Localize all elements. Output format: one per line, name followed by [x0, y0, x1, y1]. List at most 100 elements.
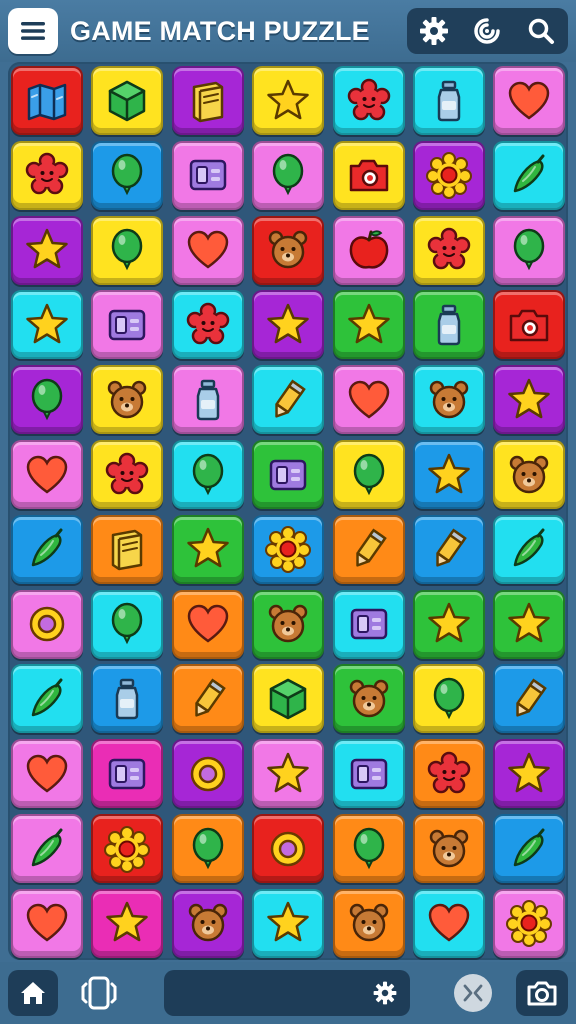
- tile-bear[interactable]: [252, 589, 325, 659]
- tile-sunflower[interactable]: [252, 514, 325, 584]
- settings-bar-button[interactable]: [164, 970, 410, 1016]
- tile-bear[interactable]: [332, 888, 405, 958]
- tile-pepper[interactable]: [493, 814, 566, 883]
- tile-book[interactable]: [91, 514, 164, 584]
- tile-star[interactable]: [413, 589, 485, 659]
- tile-bottle[interactable]: [91, 664, 164, 734]
- tile-balloon[interactable]: [493, 215, 566, 285]
- tile-bear[interactable]: [332, 664, 405, 734]
- tile-star[interactable]: [171, 514, 244, 584]
- tile-ring[interactable]: [171, 739, 244, 809]
- tile-device[interactable]: [171, 140, 244, 210]
- bottle-icon: [437, 304, 461, 346]
- tile-device[interactable]: [91, 290, 164, 360]
- tile-device[interactable]: [91, 739, 164, 809]
- bear-icon: [108, 380, 147, 418]
- tile-star[interactable]: [252, 739, 325, 809]
- tile-bear[interactable]: [413, 365, 485, 435]
- tile-device[interactable]: [332, 589, 405, 659]
- bear-icon: [268, 230, 308, 269]
- tile-ring[interactable]: [252, 814, 325, 883]
- tile-balloon[interactable]: [171, 440, 244, 509]
- tile-bear[interactable]: [91, 365, 164, 435]
- tile-balloon[interactable]: [11, 365, 83, 435]
- tile-star[interactable]: [11, 290, 83, 360]
- tile-star[interactable]: [252, 290, 325, 360]
- bear-icon: [349, 904, 388, 942]
- tile-star[interactable]: [252, 888, 325, 958]
- tile-heart[interactable]: [171, 215, 244, 285]
- tile-star[interactable]: [252, 66, 325, 135]
- tile-balloon[interactable]: [91, 215, 164, 285]
- tile-heart[interactable]: [413, 888, 485, 958]
- tile-bottle[interactable]: [413, 66, 485, 135]
- tile-sunflower[interactable]: [91, 814, 164, 883]
- tile-pepper[interactable]: [11, 814, 83, 883]
- tile-bear[interactable]: [171, 888, 244, 958]
- tile-cube[interactable]: [252, 664, 325, 734]
- map-icon: [27, 83, 67, 120]
- tile-camera[interactable]: [493, 290, 566, 360]
- tile-flower-face[interactable]: [11, 140, 83, 210]
- tile-pencil[interactable]: [493, 664, 566, 734]
- menu-button[interactable]: [8, 8, 58, 54]
- tile-apple[interactable]: [332, 215, 405, 285]
- tile-star[interactable]: [493, 739, 566, 809]
- tile-cube[interactable]: [91, 66, 164, 135]
- home-button[interactable]: [8, 970, 58, 1016]
- star-icon: [267, 902, 309, 942]
- tile-flower-face[interactable]: [413, 215, 485, 285]
- tile-bear[interactable]: [413, 814, 485, 883]
- tile-star[interactable]: [332, 290, 405, 360]
- tile-star[interactable]: [413, 440, 485, 509]
- tile-pencil[interactable]: [252, 365, 325, 435]
- bottle-icon: [116, 678, 139, 720]
- tile-pepper[interactable]: [493, 514, 566, 584]
- tile-bottle[interactable]: [171, 365, 244, 435]
- tile-heart[interactable]: [171, 589, 244, 659]
- tile-pepper[interactable]: [11, 664, 83, 734]
- search-button[interactable]: [521, 11, 561, 51]
- tile-bear[interactable]: [493, 440, 566, 509]
- tile-ring[interactable]: [11, 589, 83, 659]
- tile-heart[interactable]: [11, 739, 83, 809]
- tile-device[interactable]: [252, 440, 325, 509]
- tile-map[interactable]: [11, 66, 83, 135]
- tile-sunflower[interactable]: [493, 888, 566, 958]
- tile-flower-face[interactable]: [413, 739, 485, 809]
- tile-flower-face[interactable]: [332, 66, 405, 135]
- tile-pencil[interactable]: [171, 664, 244, 734]
- camera-button[interactable]: [516, 970, 568, 1016]
- tile-pepper[interactable]: [11, 514, 83, 584]
- tile-balloon[interactable]: [332, 814, 405, 883]
- tile-balloon[interactable]: [91, 140, 164, 210]
- tile-pencil[interactable]: [413, 514, 485, 584]
- tile-book[interactable]: [171, 66, 244, 135]
- tile-heart[interactable]: [332, 365, 405, 435]
- tile-star[interactable]: [11, 215, 83, 285]
- tile-flower-face[interactable]: [91, 440, 164, 509]
- tile-flower-face[interactable]: [171, 290, 244, 360]
- device-button[interactable]: [70, 970, 128, 1016]
- tile-camera[interactable]: [332, 140, 405, 210]
- settings-button[interactable]: [414, 11, 454, 51]
- tile-bear[interactable]: [252, 215, 325, 285]
- swap-button[interactable]: [450, 970, 496, 1016]
- tile-pepper[interactable]: [493, 140, 566, 210]
- tile-heart[interactable]: [493, 66, 566, 135]
- tile-pencil[interactable]: [332, 514, 405, 584]
- tile-balloon[interactable]: [171, 814, 244, 883]
- tile-sunflower[interactable]: [413, 140, 485, 210]
- tile-heart[interactable]: [11, 440, 83, 509]
- swirl-button[interactable]: [467, 11, 507, 51]
- tile-star[interactable]: [91, 888, 164, 958]
- tile-star[interactable]: [493, 589, 566, 659]
- tile-balloon[interactable]: [332, 440, 405, 509]
- tile-balloon[interactable]: [252, 140, 325, 210]
- tile-balloon[interactable]: [91, 589, 164, 659]
- tile-star[interactable]: [493, 365, 566, 435]
- tile-device[interactable]: [332, 739, 405, 809]
- tile-heart[interactable]: [11, 888, 83, 958]
- tile-balloon[interactable]: [413, 664, 485, 734]
- tile-bottle[interactable]: [413, 290, 485, 360]
